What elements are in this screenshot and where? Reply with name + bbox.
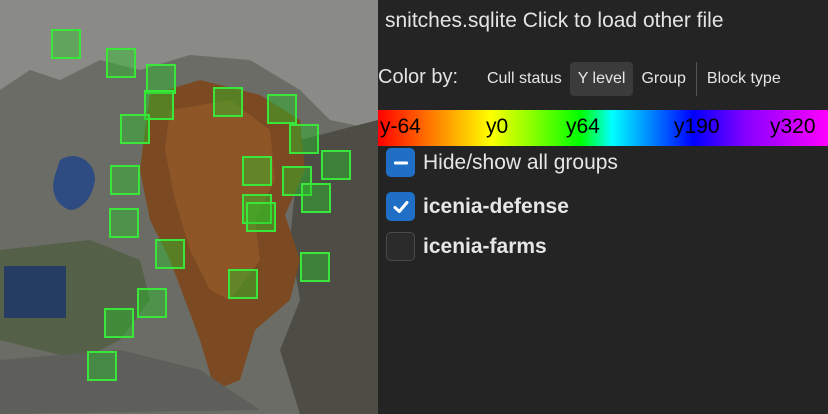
gradient-label: y190 <box>674 115 720 138</box>
y-level-gradient-legend: y-64 y0 y64 y190 y320 <box>378 110 828 146</box>
toggle-all-groups-row: Hide/show all groups <box>386 148 618 177</box>
snitch-marker[interactable] <box>301 183 331 213</box>
group-row-icenia-defense: icenia-defense <box>386 192 569 221</box>
checkmark-icon <box>393 200 408 213</box>
snitch-marker[interactable] <box>228 269 258 299</box>
group-label-icenia-defense: icenia-defense <box>423 194 569 218</box>
snitch-marker[interactable] <box>300 252 330 282</box>
snitch-marker[interactable] <box>120 114 150 144</box>
gradient-label: y0 <box>486 115 509 138</box>
side-panel: snitches.sqlite Click to load other file… <box>378 0 828 414</box>
group-row-icenia-farms: icenia-farms <box>386 232 547 261</box>
snitch-marker[interactable] <box>110 165 140 195</box>
gradient-label-min: y-64 <box>380 115 421 138</box>
group-label-icenia-farms: icenia-farms <box>423 234 547 258</box>
snitch-marker[interactable] <box>137 288 167 318</box>
snitch-marker[interactable] <box>289 124 319 154</box>
file-load-button[interactable]: snitches.sqlite Click to load other file <box>385 9 724 33</box>
snitch-marker[interactable] <box>213 87 243 117</box>
snitch-marker[interactable] <box>104 308 134 338</box>
snitch-marker[interactable] <box>321 150 351 180</box>
group-checkbox-icenia-defense[interactable] <box>386 192 415 221</box>
snitch-marker[interactable] <box>109 208 139 238</box>
snitch-marker[interactable] <box>246 202 276 232</box>
tab-group[interactable]: Group <box>633 62 693 96</box>
toggle-all-groups-label: Hide/show all groups <box>423 150 618 174</box>
tab-cull-status[interactable]: Cull status <box>479 62 570 96</box>
group-checkbox-icenia-farms[interactable] <box>386 232 415 261</box>
toggle-all-groups-checkbox[interactable] <box>386 148 415 177</box>
snitch-marker[interactable] <box>106 48 136 78</box>
minus-icon <box>393 161 408 164</box>
tab-block-type[interactable]: Block type <box>699 62 789 96</box>
snitch-marker[interactable] <box>87 351 117 381</box>
color-by-label: Color by: <box>378 66 459 88</box>
tab-divider <box>695 62 697 96</box>
gradient-label: y64 <box>566 115 600 138</box>
snitch-marker[interactable] <box>267 94 297 124</box>
snitch-marker[interactable] <box>242 156 272 186</box>
color-by-tabs: Cull status Y level Group Block type <box>479 62 789 96</box>
map-view[interactable] <box>0 0 378 414</box>
snitch-marker[interactable] <box>155 239 185 269</box>
snitch-marker[interactable] <box>51 29 81 59</box>
tab-y-level[interactable]: Y level <box>569 62 634 96</box>
gradient-label-max: y320 <box>770 115 816 138</box>
